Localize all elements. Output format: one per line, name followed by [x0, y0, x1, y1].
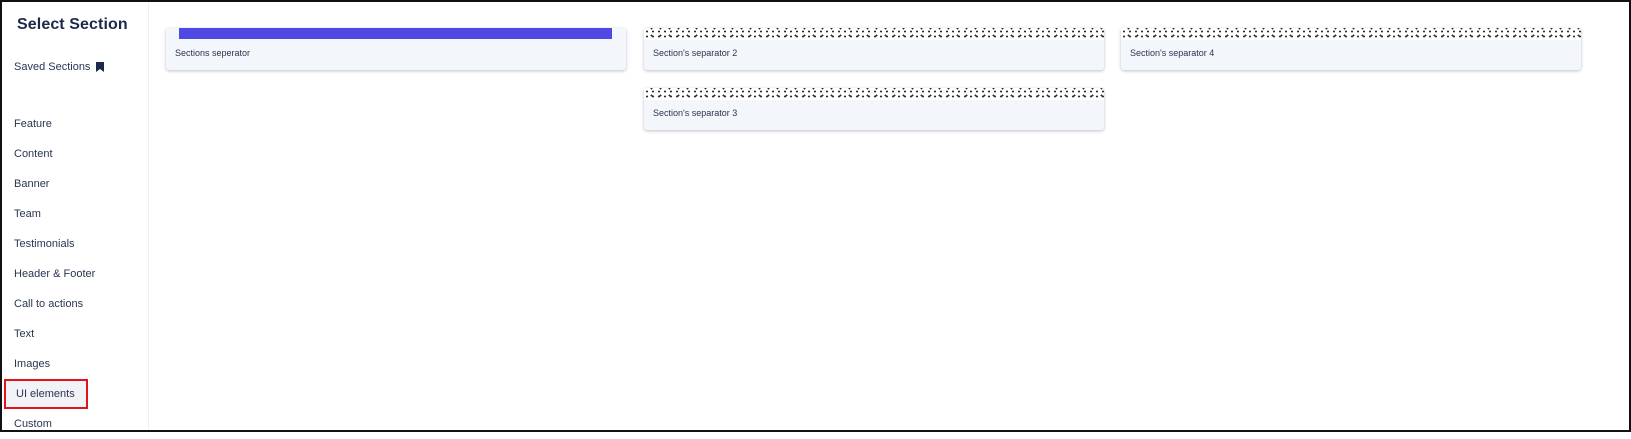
sidebar-title: Select Section — [17, 16, 128, 33]
section-preview-dotted — [644, 28, 1104, 40]
section-card-label: Section's separator 3 — [653, 108, 738, 118]
category-item-content[interactable]: Content — [2, 139, 148, 169]
section-card-label: Section's separator 4 — [1130, 48, 1215, 58]
category-item-banner[interactable]: Banner — [2, 169, 148, 199]
bookmark-icon — [96, 62, 105, 72]
category-item-text[interactable]: Text — [2, 319, 148, 349]
section-card-separator-2[interactable]: Section's separator 2 — [644, 28, 1104, 70]
category-item-call-to-actions[interactable]: Call to actions — [2, 289, 148, 319]
category-list: Feature Content Banner Team Testimonials… — [2, 109, 148, 439]
section-card-separator-3[interactable]: Section's separator 3 — [644, 88, 1104, 130]
section-gallery: Sections seperator Section's separator 2… — [149, 2, 1629, 430]
section-card-label: Sections seperator — [175, 48, 251, 58]
category-item-ui-elements[interactable]: UI elements — [4, 379, 88, 409]
section-card-label: Section's separator 2 — [653, 48, 738, 58]
section-category-sidebar: Select Section Saved Sections Feature Co… — [2, 2, 149, 430]
category-item-feature[interactable]: Feature — [2, 109, 148, 139]
section-card-separator-4[interactable]: Section's separator 4 — [1121, 28, 1581, 70]
section-card-sections-seperator[interactable]: Sections seperator — [166, 28, 626, 70]
section-preview-solid — [179, 28, 612, 39]
section-preview-dotted — [1121, 28, 1581, 40]
category-item-team[interactable]: Team — [2, 199, 148, 229]
category-item-testimonials[interactable]: Testimonials — [2, 229, 148, 259]
category-item-images[interactable]: Images — [2, 349, 148, 379]
saved-sections-link[interactable]: Saved Sections — [14, 61, 105, 73]
category-item-header-footer[interactable]: Header & Footer — [2, 259, 148, 289]
saved-sections-label: Saved Sections — [14, 61, 91, 73]
section-preview-dotted — [644, 88, 1104, 100]
category-item-custom[interactable]: Custom — [2, 409, 148, 439]
